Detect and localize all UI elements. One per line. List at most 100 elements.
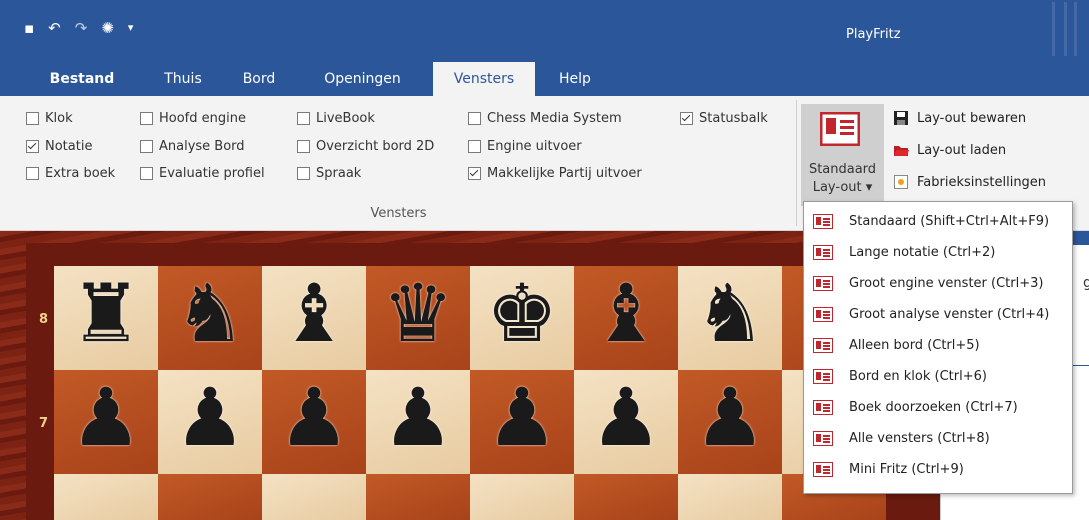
black-bishop-piece[interactable]: ♝ [574, 262, 678, 366]
menu-item-mini-fritz[interactable]: Mini Fritz (Ctrl+9) [804, 454, 1072, 485]
layout-icon [820, 112, 860, 146]
menu-item-groot-analyse-venster[interactable]: Groot analyse venster (Ctrl+4) [804, 299, 1072, 330]
standard-layout-dropdown-label: Lay-out ▾ [812, 180, 873, 195]
save-icon[interactable]: ▪ [24, 19, 34, 37]
decorative-bars [1050, 2, 1086, 56]
ribbon-tabs: Bestand Thuis Bord Openingen Vensters He… [0, 62, 1089, 98]
tab-bord[interactable]: Bord [234, 62, 284, 96]
layout-icon [813, 462, 833, 477]
menu-item-boek-doorzoeken[interactable]: Boek doorzoeken (Ctrl+7) [804, 392, 1072, 423]
layout-icon [813, 338, 833, 353]
app-title: PlayFritz [846, 27, 901, 42]
menu-item-label: Standaard (Shift+Ctrl+Alt+F9) [849, 214, 1050, 229]
checkbox-extra-boek[interactable]: Extra boek [26, 163, 115, 183]
checkbox-overzicht-bord-2d[interactable]: Overzicht bord 2D [297, 136, 434, 156]
black-bishop-piece[interactable]: ♝ [262, 262, 366, 366]
checkbox-label: Makkelijke Partij uitvoer [487, 165, 642, 181]
square[interactable] [678, 474, 782, 520]
checkbox-box [297, 166, 310, 180]
undo-icon[interactable]: ↶ [48, 19, 61, 37]
checkbox-engine-uitvoer[interactable]: Engine uitvoer [468, 136, 582, 156]
menu-item-alle-vensters[interactable]: Alle vensters (Ctrl+8) [804, 423, 1072, 454]
menu-item-label: Mini Fritz (Ctrl+9) [849, 462, 964, 477]
square[interactable] [262, 474, 366, 520]
square[interactable] [574, 474, 678, 520]
engine-icon[interactable]: ✺ [101, 19, 114, 37]
checkbox-box [468, 139, 481, 153]
menu-item-alleen-bord[interactable]: Alleen bord (Ctrl+5) [804, 330, 1072, 361]
square[interactable] [158, 474, 262, 520]
checkbox-box [26, 111, 39, 125]
load-layout-button[interactable]: Lay-out laden [893, 142, 1006, 158]
checkbox-evaluatie-profiel[interactable]: Evaluatie profiel [140, 163, 265, 183]
tab-vensters[interactable]: Vensters [433, 62, 535, 98]
square[interactable] [54, 474, 158, 520]
black-queen-piece[interactable]: ♛ [366, 262, 470, 366]
black-king-piece[interactable]: ♚ [470, 262, 574, 366]
checkbox-notatie[interactable]: Notatie [26, 136, 92, 156]
redo-icon[interactable]: ↷ [75, 19, 88, 37]
checkbox-klok[interactable]: Klok [26, 108, 73, 128]
black-pawn-piece[interactable]: ♟ [678, 366, 782, 470]
black-pawn-piece[interactable]: ♟ [574, 366, 678, 470]
black-rook-piece[interactable]: ♜ [54, 262, 158, 366]
standard-layout-button[interactable]: Standaard Lay-out ▾ [801, 104, 884, 206]
black-knight-piece[interactable]: ♞ [158, 262, 262, 366]
black-knight-piece[interactable]: ♞ [678, 262, 782, 366]
quick-access-toolbar: ▪ ↶ ↷ ✺ ▾ [24, 19, 133, 37]
menu-item-bord-en-klok[interactable]: Bord en klok (Ctrl+6) [804, 361, 1072, 392]
layout-icon [813, 400, 833, 415]
factory-settings-icon [894, 175, 908, 189]
checkbox-statusbalk[interactable]: Statusbalk [680, 108, 768, 128]
menu-item-label: Alleen bord (Ctrl+5) [849, 338, 980, 353]
title-bar: ▪ ↶ ↷ ✺ ▾ PlayFritz [0, 0, 1089, 68]
menu-item-label: Groot analyse venster (Ctrl+4) [849, 307, 1050, 322]
layout-icon [813, 307, 833, 322]
checkbox-label: LiveBook [316, 110, 375, 126]
square[interactable] [470, 474, 574, 520]
black-pawn-piece[interactable]: ♟ [158, 366, 262, 470]
rank-label: 7 [39, 416, 49, 431]
factory-settings-button[interactable]: Fabrieksinstellingen [893, 174, 1046, 190]
customize-toolbar-icon[interactable]: ▾ [128, 19, 134, 37]
checkbox-box [140, 139, 153, 153]
menu-item-label: Boek doorzoeken (Ctrl+7) [849, 400, 1018, 415]
layout-icon [813, 276, 833, 291]
black-pawn-piece[interactable]: ♟ [470, 366, 574, 470]
menu-item-groot-engine-venster[interactable]: Groot engine venster (Ctrl+3) [804, 268, 1072, 299]
checkbox-hoofd-engine[interactable]: Hoofd engine [140, 108, 246, 128]
checkbox-analyse-bord[interactable]: Analyse Bord [140, 136, 245, 156]
checkbox-label: Evaluatie profiel [159, 165, 265, 181]
checkbox-label: Statusbalk [699, 110, 768, 126]
menu-item-lange-notatie[interactable]: Lange notatie (Ctrl+2) [804, 237, 1072, 268]
save-layout-button[interactable]: Lay-out bewaren [893, 110, 1026, 126]
standard-layout-menu: Standaard (Shift+Ctrl+Alt+F9) Lange nota… [803, 201, 1073, 494]
menu-item-label: Groot engine venster (Ctrl+3) [849, 276, 1044, 291]
tab-help[interactable]: Help [546, 62, 604, 96]
square[interactable] [366, 474, 470, 520]
checkbox-label: Klok [45, 110, 73, 126]
tab-thuis[interactable]: Thuis [155, 62, 211, 96]
tab-openingen[interactable]: Openingen [310, 62, 415, 96]
checkbox-livebook[interactable]: LiveBook [297, 108, 375, 128]
checkbox-box [468, 166, 481, 180]
checkbox-box [297, 111, 310, 125]
menu-item-label: Bord en klok (Ctrl+6) [849, 369, 987, 384]
checkbox-makkelijke-partij-uitvoer[interactable]: Makkelijke Partij uitvoer [468, 163, 642, 183]
ribbon-group-label: Vensters [370, 206, 427, 221]
panel-text-fragment: g [1083, 275, 1089, 291]
black-pawn-piece[interactable]: ♟ [54, 366, 158, 470]
checkbox-label: Notatie [45, 138, 93, 154]
black-pawn-piece[interactable]: ♟ [262, 366, 366, 470]
layout-icon [813, 369, 833, 384]
load-layout-label: Lay-out laden [917, 142, 1007, 158]
checkbox-spraak[interactable]: Spraak [297, 163, 361, 183]
checkbox-chess-media-system[interactable]: Chess Media System [468, 108, 622, 128]
checkbox-box [680, 111, 693, 125]
checkbox-label: Hoofd engine [159, 110, 246, 126]
black-pawn-piece[interactable]: ♟ [366, 366, 470, 470]
checkbox-box [468, 111, 481, 125]
menu-item-standaard[interactable]: Standaard (Shift+Ctrl+Alt+F9) [804, 206, 1072, 237]
tab-bestand[interactable]: Bestand [36, 62, 128, 96]
checkbox-box [26, 139, 39, 153]
